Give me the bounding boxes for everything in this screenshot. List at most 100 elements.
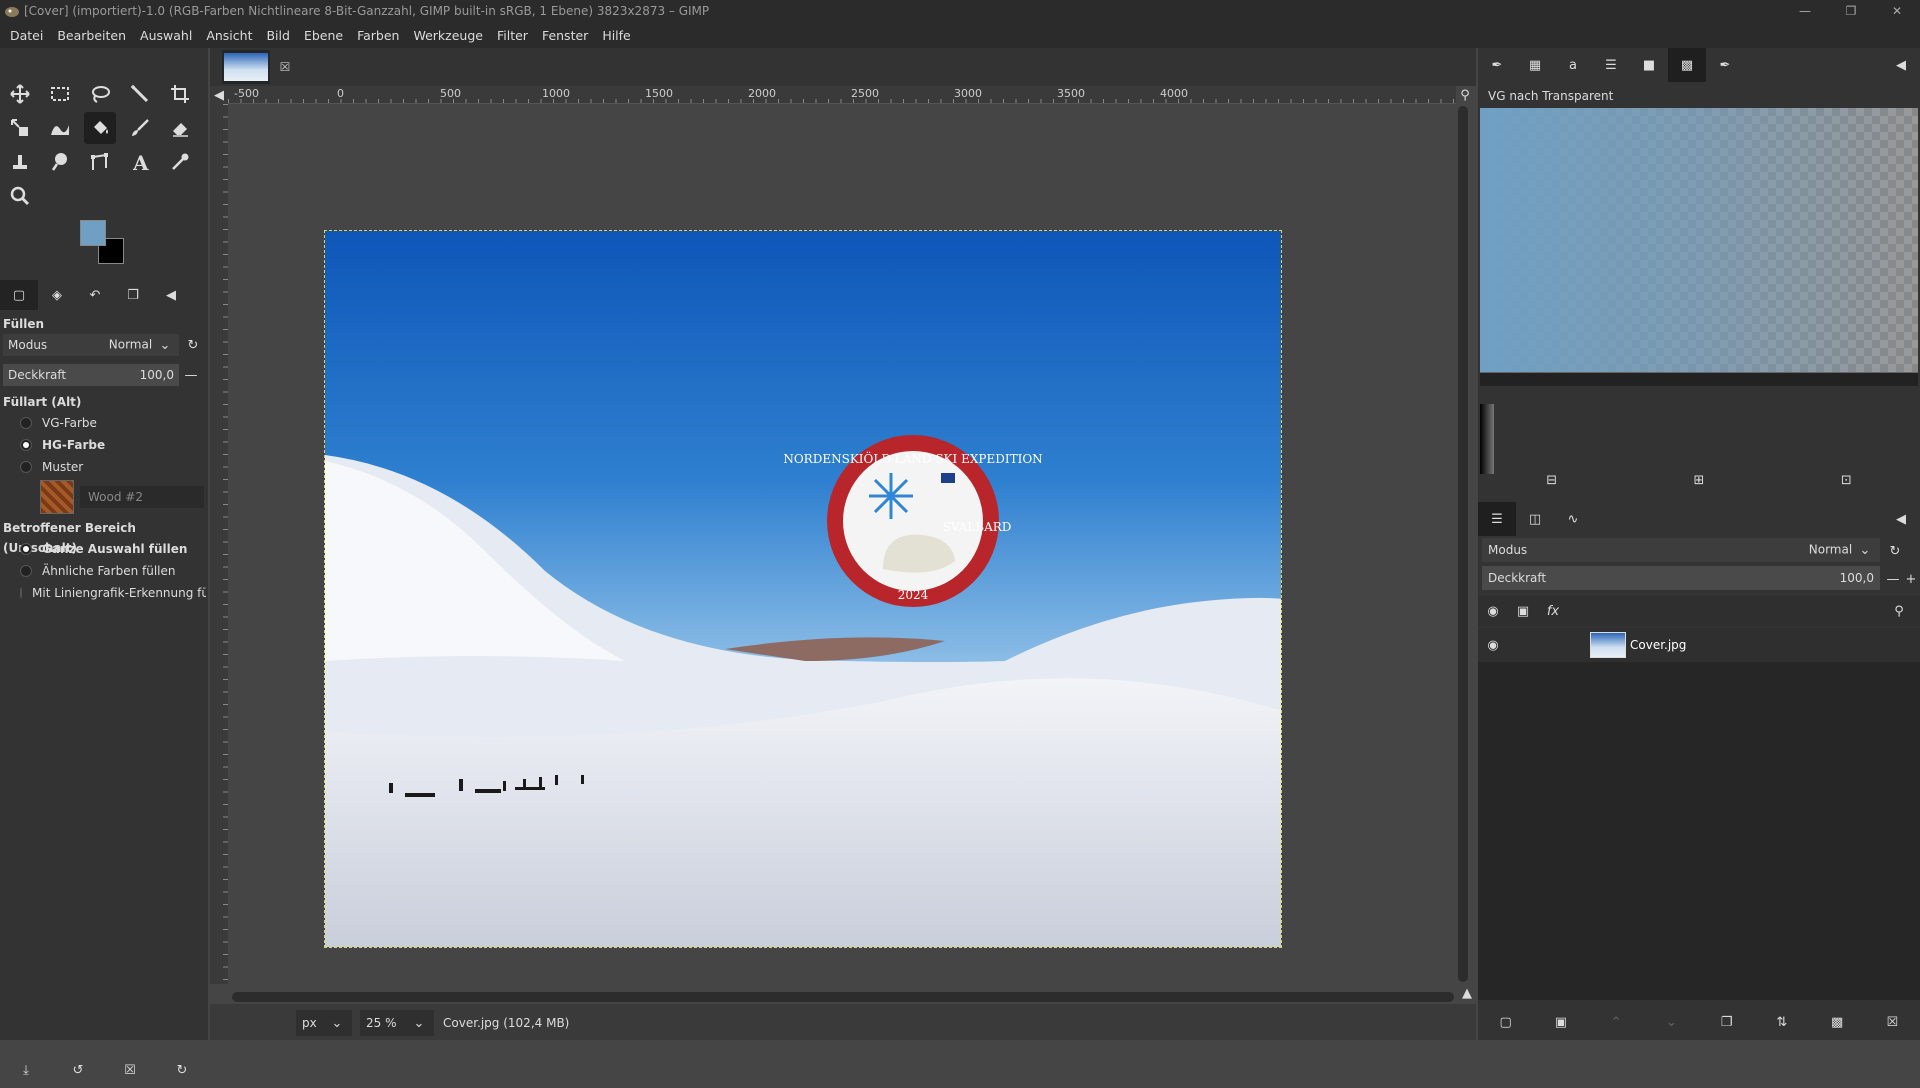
menu-ansicht[interactable]: Ansicht (199, 28, 259, 43)
merge-layer-icon[interactable]: ⇅ (1773, 1013, 1791, 1031)
tab-gradients[interactable]: ▩ (1668, 48, 1706, 82)
visibility-column-icon[interactable]: ◉ (1484, 602, 1502, 620)
lower-layer-icon[interactable]: ⌄ (1662, 1013, 1680, 1031)
reset-options-icon[interactable]: ↻ (173, 1061, 191, 1079)
tab-tool-options[interactable]: ▢ (0, 280, 38, 310)
dock-menu-button-left[interactable]: ◀ (152, 280, 190, 310)
eye-icon[interactable]: ◉ (1484, 636, 1502, 654)
minus-icon[interactable]: — (182, 366, 200, 384)
effects-icon[interactable]: fx (1544, 602, 1562, 620)
horizontal-scrollbar[interactable] (232, 992, 1454, 1002)
save-options-icon[interactable]: ⤓ (17, 1061, 35, 1079)
paths-tool-icon[interactable] (84, 146, 116, 178)
bucket-fill-tool-icon[interactable] (84, 112, 116, 144)
rect-select-tool-icon[interactable] (44, 78, 76, 110)
duplicate-layer-icon[interactable]: ❐ (1718, 1013, 1736, 1031)
add-mask-icon[interactable]: ▩ (1828, 1013, 1846, 1031)
search-icon[interactable]: ⚲ (1890, 602, 1908, 620)
zoom-all-icon[interactable]: ⊡ (1837, 471, 1855, 489)
delete-layer-icon[interactable]: ☒ (1883, 1013, 1901, 1031)
restore-options-icon[interactable]: ↺ (69, 1061, 87, 1079)
plus-icon[interactable]: + (1902, 570, 1920, 588)
mode-dropdown[interactable]: Modus Normal ⌄ (3, 334, 179, 356)
tab-document-history[interactable]: ☰ (1592, 48, 1630, 82)
navigate-icon[interactable]: ▲ (1458, 984, 1472, 1002)
pattern-chooser[interactable]: Wood #2 (0, 478, 208, 514)
gradient-preview[interactable] (1480, 108, 1918, 372)
tab-paint-dynamics[interactable]: ✒ (1706, 48, 1744, 82)
warp-tool-icon[interactable] (44, 112, 76, 144)
image-canvas[interactable]: NORDENSKIÖLD LAND SKI EXPEDITION SVALBAR… (324, 230, 1282, 948)
unit-dropdown[interactable]: px ⌄ (296, 1010, 352, 1036)
radio-fill-lineart[interactable]: Mit Liniengrafik-Erkennung füllen (0, 582, 206, 604)
minus-icon[interactable]: — (1884, 570, 1902, 588)
text-tool-icon[interactable]: A (124, 146, 156, 178)
menu-hilfe[interactable]: Hilfe (595, 28, 637, 43)
tab-fonts[interactable]: a (1554, 48, 1592, 82)
dock-menu-button-right-bottom[interactable]: ◀ (1882, 502, 1920, 536)
scale-tool-icon[interactable] (4, 112, 36, 144)
menu-auswahl[interactable]: Auswahl (133, 28, 199, 43)
horizontal-ruler[interactable]: -500 0 500 1000 1500 2000 2500 3000 3500… (228, 86, 1456, 104)
zoom-out-icon[interactable]: ⊟ (1543, 471, 1561, 489)
zoom-button[interactable]: ⚲ (1456, 86, 1476, 104)
close-image-tab-icon[interactable]: ☒ (276, 58, 294, 76)
menu-filter[interactable]: Filter (490, 28, 535, 43)
close-window-button[interactable]: ✕ (1874, 0, 1920, 22)
zoom-in-icon[interactable]: ⊞ (1690, 471, 1708, 489)
menu-bearbeiten[interactable]: Bearbeiten (50, 28, 133, 43)
radio-pattern[interactable]: Muster (0, 456, 208, 478)
radio-fg-color[interactable]: VG-Farbe (0, 412, 208, 434)
delete-options-icon[interactable]: ☒ (121, 1061, 139, 1079)
radio-fill-similar[interactable]: Ähnliche Farben füllen (0, 560, 208, 582)
menu-datei[interactable]: Datei (3, 28, 50, 43)
lasso-tool-icon[interactable] (84, 78, 116, 110)
foreground-color-swatch[interactable] (80, 220, 106, 246)
move-tool-icon[interactable] (4, 78, 36, 110)
color-swatches[interactable] (80, 220, 126, 266)
ruler-corner[interactable]: ◀ (210, 86, 228, 104)
tab-paths[interactable]: ∿ (1554, 502, 1592, 536)
canvas[interactable]: NORDENSKIÖLD LAND SKI EXPEDITION SVALBAR… (228, 104, 1456, 984)
layer-row[interactable]: ◉ Cover.jpg (1478, 628, 1920, 662)
layer-mode-dropdown[interactable]: Modus Normal ⌄ (1482, 538, 1880, 562)
new-layer-icon[interactable]: ▢ (1497, 1013, 1515, 1031)
raise-layer-icon[interactable]: ⌃ (1607, 1013, 1625, 1031)
gradient-stops-bar[interactable] (1480, 372, 1918, 386)
vertical-scrollbar[interactable] (1458, 106, 1468, 982)
layer-mode-reset-icon[interactable]: ↻ (1886, 542, 1904, 560)
pattern-swatch[interactable] (40, 480, 74, 514)
zoom-tool-icon[interactable] (4, 180, 36, 212)
zoom-dropdown[interactable]: 25 % ⌄ (360, 1010, 434, 1036)
tab-layers[interactable]: ☰ (1478, 502, 1516, 536)
menu-fenster[interactable]: Fenster (535, 28, 595, 43)
radio-bg-color[interactable]: HG-Farbe (0, 434, 208, 456)
opacity-slider[interactable]: Deckkraft 100,0 (3, 364, 179, 386)
tab-channels[interactable]: ◫ (1516, 502, 1554, 536)
menu-ebene[interactable]: Ebene (297, 28, 350, 43)
vertical-ruler[interactable] (210, 104, 228, 984)
menu-werkzeuge[interactable]: Werkzeuge (406, 28, 490, 43)
crop-tool-icon[interactable] (164, 78, 196, 110)
tab-palettes[interactable]: ■ (1630, 48, 1668, 82)
reset-mode-icon[interactable]: ↻ (184, 336, 202, 354)
layer-opacity-slider[interactable]: Deckkraft 100,0 (1482, 566, 1880, 590)
tab-undo-history[interactable]: ↶ (76, 280, 114, 310)
menu-farben[interactable]: Farben (350, 28, 406, 43)
restore-button[interactable]: ❐ (1828, 0, 1874, 22)
color-picker-tool-icon[interactable] (164, 146, 196, 178)
tab-images[interactable]: ❐ (114, 280, 152, 310)
fuzzy-select-tool-icon[interactable] (124, 78, 156, 110)
lock-icon[interactable]: ▣ (1514, 602, 1532, 620)
new-layer-group-icon[interactable]: ▣ (1552, 1013, 1570, 1031)
tab-brushes[interactable]: ✒ (1478, 48, 1516, 82)
clone-tool-icon[interactable] (4, 146, 36, 178)
tab-device-status[interactable]: ◈ (38, 280, 76, 310)
image-tab-cover[interactable] (222, 50, 270, 84)
dock-menu-button-right-top[interactable]: ◀ (1882, 48, 1920, 82)
tab-patterns[interactable]: ▦ (1516, 48, 1554, 82)
minimize-button[interactable]: — (1782, 0, 1828, 22)
eraser-tool-icon[interactable] (164, 112, 196, 144)
paintbrush-tool-icon[interactable] (124, 112, 156, 144)
smudge-tool-icon[interactable] (44, 146, 76, 178)
